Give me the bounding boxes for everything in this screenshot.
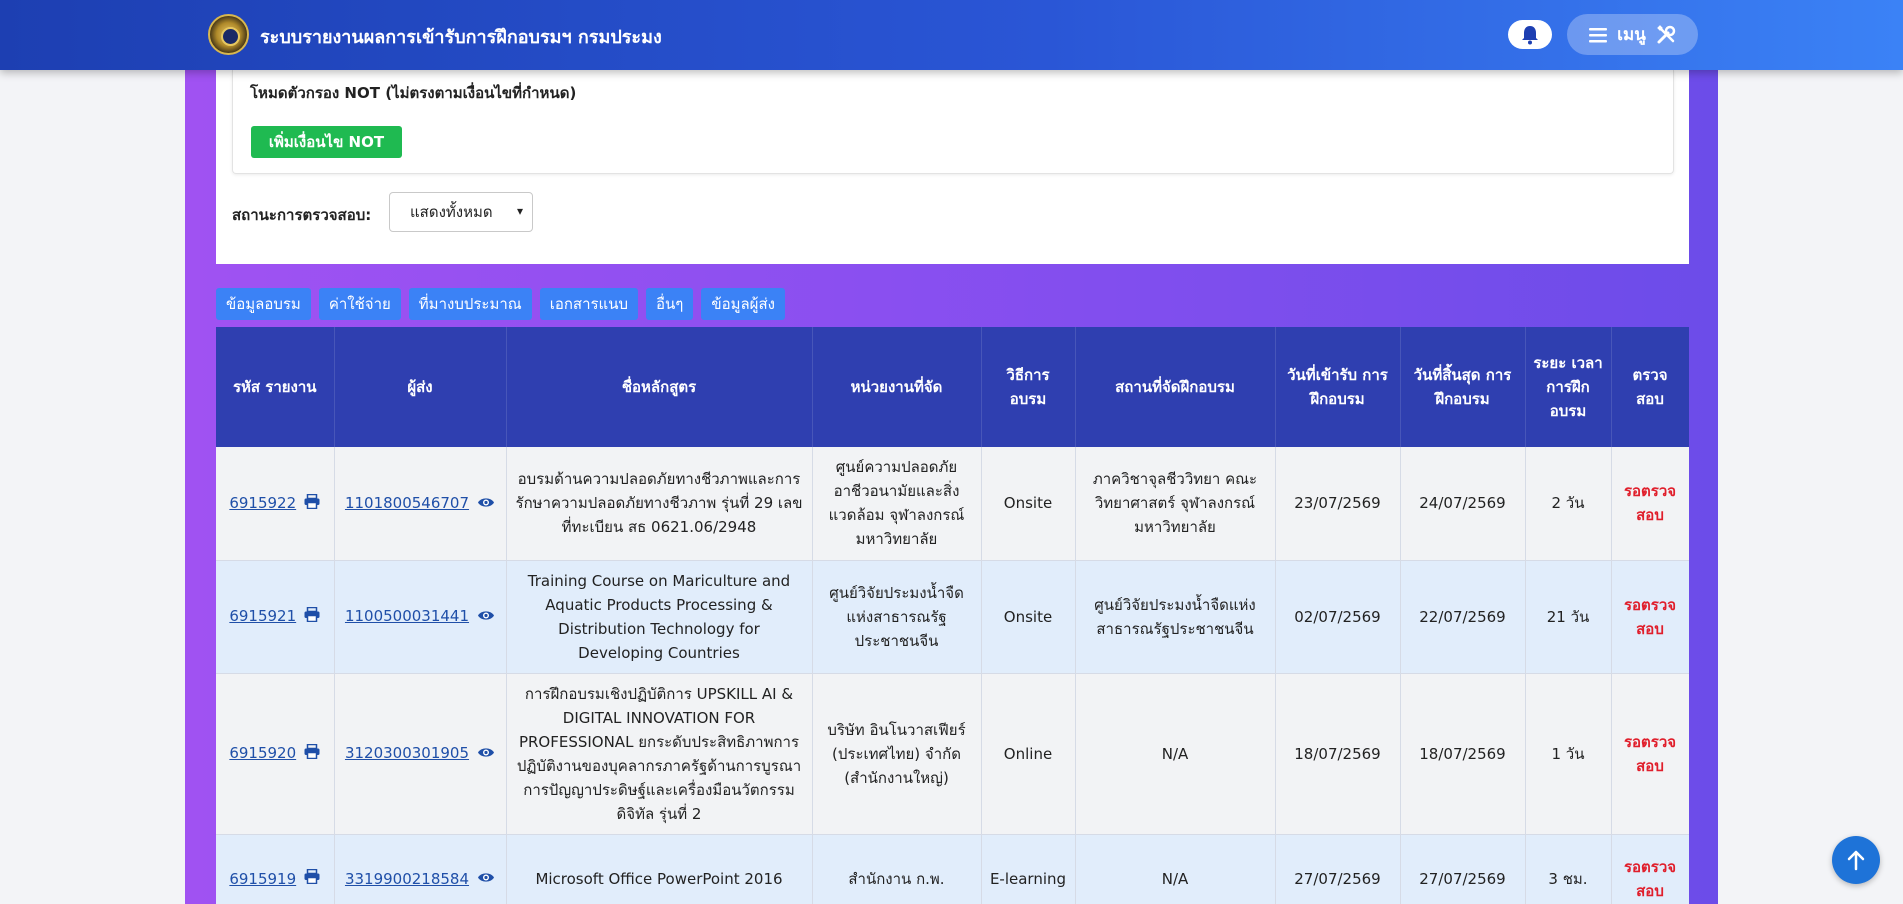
eye-icon[interactable]	[477, 605, 495, 629]
organizer: บริษัท อินโนวาสเฟียร์ (ประเทศไทย) จำกัด …	[812, 673, 982, 835]
table-header-row: รหัส รายงาน ผู้ส่ง ชื่อหลักสูตร หน่วยงาน…	[216, 327, 1689, 447]
report-id-link[interactable]: 6915921	[229, 607, 296, 625]
printer-icon[interactable]	[304, 867, 320, 891]
course-name: Microsoft Office PowerPoint 2016	[506, 834, 813, 904]
col-start-date[interactable]: วันที่เข้ารับ การฝึกอบรม	[1275, 327, 1401, 447]
table-row: 6915921 1100500031441 Training Course on…	[216, 560, 1689, 674]
sender-id-link[interactable]: 1101800546707	[345, 494, 469, 512]
status-filter-select[interactable]: แสดงทั้งหมด ▾	[389, 192, 533, 232]
col-duration[interactable]: ระยะ เวลา การฝึก อบรม	[1525, 327, 1612, 447]
col-sender[interactable]: ผู้ส่ง	[334, 327, 507, 447]
col-course-name[interactable]: ชื่อหลักสูตร	[506, 327, 813, 447]
start-date: 02/07/2569	[1275, 560, 1401, 674]
training-method: Onsite	[981, 447, 1076, 561]
training-place: ศูนย์วิจัยประมงน้ำจืดแห่งสาธารณรัฐประชาช…	[1075, 560, 1276, 674]
status-filter-label: สถานะการตรวจสอบ:	[232, 206, 372, 224]
training-method: Onsite	[981, 560, 1076, 674]
filter-panel: โหมดตัวกรอง NOT (ไม่ตรงตามเงื่อนไขที่กำห…	[216, 70, 1689, 264]
training-place: N/A	[1075, 834, 1276, 904]
table-row: 6915922 1101800546707 อบรมด้านความปลอดภั…	[216, 447, 1689, 561]
organizer: สำนักงาน ก.พ.	[812, 834, 982, 904]
training-method: Online	[981, 673, 1076, 835]
hamburger-icon	[1589, 27, 1608, 42]
col-end-date[interactable]: วันที่สิ้นสุด การฝึกอบรม	[1400, 327, 1526, 447]
printer-icon[interactable]	[304, 492, 320, 516]
arrow-up-icon	[1847, 850, 1865, 871]
printer-icon[interactable]	[304, 605, 320, 629]
tab-attachments[interactable]: เอกสารแนบ	[539, 288, 638, 320]
tab-training-info[interactable]: ข้อมูลอบรม	[216, 288, 311, 320]
course-name: อบรมด้านความปลอดภัยทางชีวภาพและการรักษาค…	[506, 447, 813, 561]
tab-others[interactable]: อื่นๆ	[646, 288, 694, 320]
review-status[interactable]: รอตรวจสอบ	[1611, 447, 1689, 561]
tab-expenses[interactable]: ค่าใช้จ่าย	[318, 288, 401, 320]
tab-budget-source[interactable]: ที่มางบประมาณ	[408, 288, 532, 320]
training-method: E-learning	[981, 834, 1076, 904]
organizer: ศูนย์ความปลอดภัยอาชีวอนามัยและสิ่งแวดล้อ…	[812, 447, 982, 561]
not-filter-box: โหมดตัวกรอง NOT (ไม่ตรงตามเงื่อนไขที่กำห…	[232, 70, 1674, 174]
end-date: 27/07/2569	[1400, 834, 1526, 904]
app-title: ระบบรายงานผลการเข้ารับการฝึกอบรมฯ กรมประ…	[260, 27, 662, 48]
end-date: 24/07/2569	[1400, 447, 1526, 561]
eye-icon[interactable]	[477, 492, 495, 516]
start-date: 18/07/2569	[1275, 673, 1401, 835]
course-name: Training Course on Mariculture and Aquat…	[506, 560, 813, 674]
printer-icon[interactable]	[304, 742, 320, 766]
report-id-link[interactable]: 6915922	[229, 494, 296, 512]
table-row: 6915920 3120300301905 การฝึกอบรมเชิงปฏิบ…	[216, 673, 1689, 835]
report-id-link[interactable]: 6915920	[229, 744, 296, 762]
col-review-status[interactable]: ตรวจ สอบ	[1611, 327, 1689, 447]
table-row: 6915919 3319900218584 Microsoft Office P…	[216, 834, 1689, 904]
eye-icon[interactable]	[477, 867, 495, 891]
organizer: ศูนย์วิจัยประมงน้ำจืดแห่งสาธารณรัฐประชาช…	[812, 560, 982, 674]
training-place: N/A	[1075, 673, 1276, 835]
notification-button[interactable]	[1508, 20, 1552, 49]
course-name: การฝึกอบรมเชิงปฏิบัติการ UPSKILL AI & DI…	[506, 673, 813, 835]
review-status[interactable]: รอตรวจสอบ	[1611, 560, 1689, 674]
add-not-condition-button[interactable]: เพิ่มเงื่อนไข NOT	[251, 126, 402, 158]
top-navbar: ระบบรายงานผลการเข้ารับการฝึกอบรมฯ กรมประ…	[0, 0, 1903, 70]
sender-id-link[interactable]: 3319900218584	[345, 870, 469, 888]
menu-label: เมนู	[1617, 25, 1646, 45]
tab-sender-info[interactable]: ข้อมูลผู้ส่ง	[701, 288, 785, 320]
bell-icon	[1522, 25, 1538, 44]
duration: 2 วัน	[1525, 447, 1612, 561]
menu-button[interactable]: เมนู	[1567, 14, 1698, 55]
duration: 1 วัน	[1525, 673, 1612, 835]
scroll-to-top-button[interactable]	[1832, 836, 1880, 884]
status-filter-value: แสดงทั้งหมด	[410, 203, 493, 221]
col-training-method[interactable]: วิธีการ อบรม	[981, 327, 1076, 447]
sender-id-link[interactable]: 3120300301905	[345, 744, 469, 762]
training-place: ภาควิชาจุลชีววิทยา คณะวิทยาศาสตร์ จุฬาลง…	[1075, 447, 1276, 561]
sender-id-link[interactable]: 1100500031441	[345, 607, 469, 625]
tools-icon	[1656, 24, 1676, 43]
report-table: รหัส รายงาน ผู้ส่ง ชื่อหลักสูตร หน่วยงาน…	[216, 327, 1689, 904]
report-id-link[interactable]: 6915919	[229, 870, 296, 888]
start-date: 23/07/2569	[1275, 447, 1401, 561]
report-table-container: รหัส รายงาน ผู้ส่ง ชื่อหลักสูตร หน่วยงาน…	[216, 327, 1689, 904]
col-report-id[interactable]: รหัส รายงาน	[216, 327, 335, 447]
column-group-tabs: ข้อมูลอบรม ค่าใช้จ่าย ที่มางบประมาณ เอกส…	[216, 288, 785, 320]
end-date: 22/07/2569	[1400, 560, 1526, 674]
eye-icon[interactable]	[477, 742, 495, 766]
start-date: 27/07/2569	[1275, 834, 1401, 904]
review-status[interactable]: รอตรวจสอบ	[1611, 834, 1689, 904]
review-status[interactable]: รอตรวจสอบ	[1611, 673, 1689, 835]
not-mode-label: โหมดตัวกรอง NOT (ไม่ตรงตามเงื่อนไขที่กำห…	[250, 84, 577, 102]
duration: 3 ชม.	[1525, 834, 1612, 904]
chevron-down-icon: ▾	[516, 204, 523, 218]
col-training-place[interactable]: สถานที่จัดฝึกอบรม	[1075, 327, 1276, 447]
col-organizer[interactable]: หน่วยงานที่จัด	[812, 327, 982, 447]
end-date: 18/07/2569	[1400, 673, 1526, 835]
duration: 21 วัน	[1525, 560, 1612, 674]
department-logo[interactable]	[208, 14, 249, 55]
